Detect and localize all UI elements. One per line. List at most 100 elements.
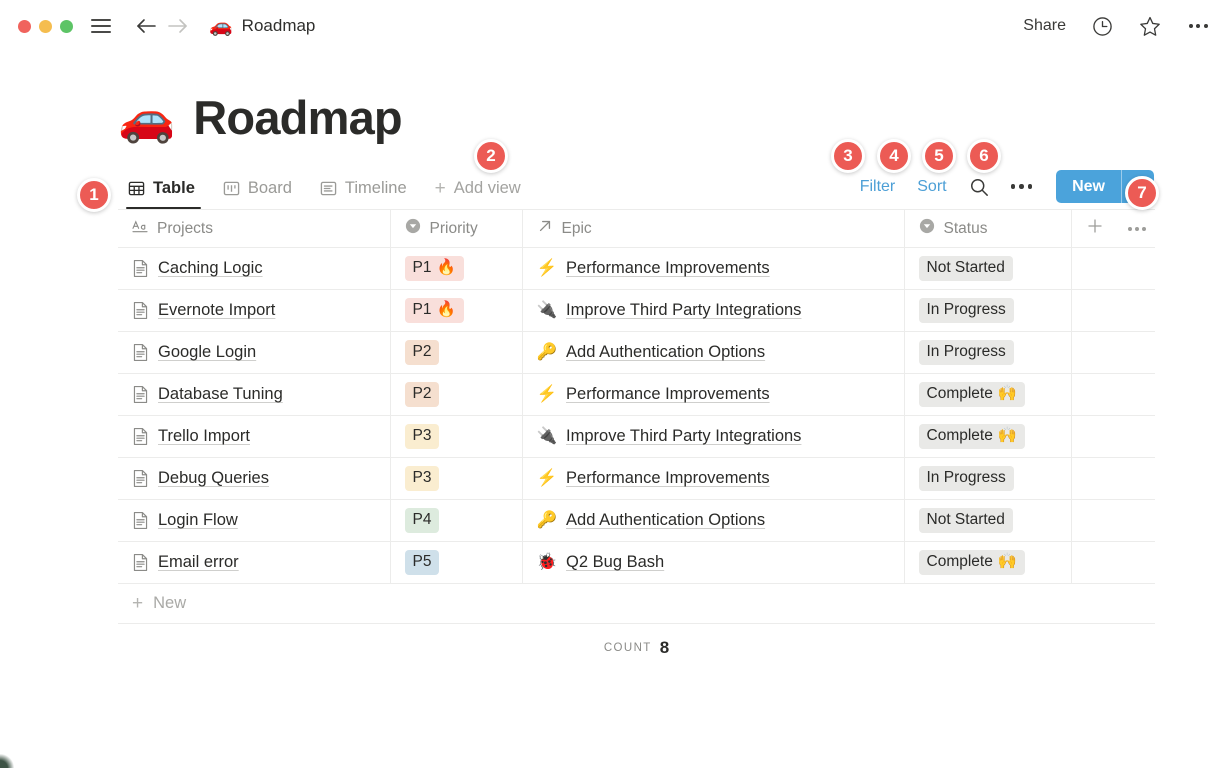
epic-name[interactable]: Q2 Bug Bash <box>566 553 664 572</box>
annotation-badge-7: 7 <box>1125 176 1159 210</box>
epic-name[interactable]: Add Authentication Options <box>566 343 765 362</box>
cell-status[interactable]: In Progress <box>904 290 1071 332</box>
cell-empty <box>1071 374 1155 416</box>
cell-status[interactable]: In Progress <box>904 332 1071 374</box>
count-footer[interactable]: COUNT 8 <box>118 624 1155 672</box>
column-more-options-icon[interactable] <box>1128 227 1146 231</box>
tab-board[interactable]: Board <box>209 179 306 209</box>
view-tabs: Table Board <box>118 179 531 209</box>
view-more-options-icon[interactable] <box>1011 184 1033 189</box>
status-badge: In Progress <box>919 466 1014 492</box>
epic-name[interactable]: Improve Third Party Integrations <box>566 301 801 320</box>
cell-epic[interactable]: ⚡Performance Improvements <box>522 374 904 416</box>
tab-table[interactable]: Table <box>118 179 209 209</box>
cell-project[interactable]: Database Tuning <box>118 374 390 416</box>
page-title: 🚗 Roadmap <box>118 90 1228 145</box>
cell-epic[interactable]: 🔌Improve Third Party Integrations <box>522 290 904 332</box>
sort-button[interactable]: Sort <box>917 178 946 196</box>
cell-project[interactable]: Evernote Import <box>118 290 390 332</box>
hamburger-icon[interactable] <box>91 19 111 33</box>
table-row[interactable]: Trello Import P3🔌Improve Third Party Inte… <box>118 416 1155 458</box>
table-row[interactable]: Google Login P2 🔑Add Authentication Option… <box>118 332 1155 374</box>
history-clock-icon[interactable] <box>1090 14 1114 38</box>
back-arrow-icon[interactable] <box>133 13 159 39</box>
cell-empty <box>1071 290 1155 332</box>
priority-label: P3 <box>413 468 432 489</box>
epic-name[interactable]: Performance Improvements <box>566 469 770 488</box>
cell-priority[interactable]: P2 <box>390 332 522 374</box>
cell-status[interactable]: Complete🙌 <box>904 374 1071 416</box>
more-options-icon[interactable] <box>1186 14 1210 38</box>
cell-epic[interactable]: 🔌Improve Third Party Integrations <box>522 416 904 458</box>
table-row[interactable]: Login Flow P4🔑Add Authentication OptionsN… <box>118 500 1155 542</box>
cell-priority[interactable]: P1🔥 <box>390 290 522 332</box>
cell-epic[interactable]: 🔑Add Authentication Options <box>522 500 904 542</box>
project-name[interactable]: Database Tuning <box>158 385 283 404</box>
column-header-projects[interactable]: Projects <box>118 210 390 248</box>
minimize-window-button[interactable] <box>39 20 52 33</box>
cell-epic[interactable]: 🔑Add Authentication Options <box>522 332 904 374</box>
add-column-icon[interactable] <box>1086 217 1104 240</box>
cell-priority[interactable]: P3 <box>390 458 522 500</box>
project-name[interactable]: Google Login <box>158 343 256 362</box>
project-name[interactable]: Debug Queries <box>158 469 269 488</box>
cell-priority[interactable]: P5 <box>390 542 522 584</box>
cell-project[interactable]: Trello Import <box>118 416 390 458</box>
project-name[interactable]: Trello Import <box>158 427 250 446</box>
priority-label: P2 <box>413 342 432 363</box>
project-name[interactable]: Email error <box>158 553 239 572</box>
filter-button[interactable]: Filter <box>860 178 896 196</box>
table-row[interactable]: Evernote Import P1🔥🔌Improve Third Party I… <box>118 290 1155 332</box>
close-window-button[interactable] <box>18 20 31 33</box>
add-view-button[interactable]: + Add view <box>421 179 531 209</box>
page-car-icon[interactable]: 🚗 <box>118 95 175 141</box>
epic-name[interactable]: Improve Third Party Integrations <box>566 427 801 446</box>
tab-timeline[interactable]: Timeline <box>306 179 421 209</box>
table-header-row: Projects Prior <box>118 210 1155 248</box>
forward-arrow-icon[interactable] <box>165 13 191 39</box>
table-row[interactable]: Caching Logic P1🔥⚡Performance Improvement… <box>118 248 1155 290</box>
cell-priority[interactable]: P4 <box>390 500 522 542</box>
epic-name[interactable]: Add Authentication Options <box>566 511 765 530</box>
cell-project[interactable]: Login Flow <box>118 500 390 542</box>
cell-priority[interactable]: P2 <box>390 374 522 416</box>
table-row[interactable]: Email error P5 🐞 Q2 Bug Bash Complete🙌 <box>118 542 1155 584</box>
cell-epic[interactable]: ⚡Performance Improvements <box>522 458 904 500</box>
epic-name[interactable]: Performance Improvements <box>566 259 770 278</box>
project-name[interactable]: Evernote Import <box>158 301 275 320</box>
cell-priority[interactable]: P1🔥 <box>390 248 522 290</box>
share-button[interactable]: Share <box>1023 17 1066 35</box>
text-property-icon <box>132 219 148 238</box>
zoom-window-button[interactable] <box>60 20 73 33</box>
column-header-status[interactable]: Status <box>904 210 1071 248</box>
cell-epic[interactable]: 🐞 Q2 Bug Bash <box>522 542 904 584</box>
cell-status[interactable]: Not Started <box>904 248 1071 290</box>
breadcrumb[interactable]: 🚗 Roadmap <box>209 16 315 36</box>
cell-epic[interactable]: ⚡Performance Improvements <box>522 248 904 290</box>
cell-priority[interactable]: P3 <box>390 416 522 458</box>
page-title-text[interactable]: Roadmap <box>193 90 402 145</box>
epic-name[interactable]: Performance Improvements <box>566 385 770 404</box>
new-row-button[interactable]: + New <box>118 584 1155 624</box>
column-header-epic[interactable]: Epic <box>522 210 904 248</box>
search-icon[interactable] <box>969 177 989 197</box>
column-header-priority[interactable]: Priority <box>390 210 522 248</box>
table-row[interactable]: Database Tuning P2⚡Performance Improvemen… <box>118 374 1155 416</box>
cell-project[interactable]: Email error <box>118 542 390 584</box>
cell-project[interactable]: Google Login <box>118 332 390 374</box>
cell-status[interactable]: In Progress <box>904 458 1071 500</box>
project-name[interactable]: Login Flow <box>158 511 238 530</box>
cell-status[interactable]: Not Started <box>904 500 1071 542</box>
cell-project[interactable]: Debug Queries <box>118 458 390 500</box>
favorite-star-icon[interactable] <box>1138 14 1162 38</box>
table-row[interactable]: Debug Queries P3 ⚡Performance Improvements… <box>118 458 1155 500</box>
project-name[interactable]: Caching Logic <box>158 259 263 278</box>
priority-emoji: 🔥 <box>436 258 455 279</box>
cell-status[interactable]: Complete🙌 <box>904 416 1071 458</box>
cell-project[interactable]: Caching Logic <box>118 248 390 290</box>
app-window: 🚗 Roadmap Share 🚗 Roadmap <box>0 0 1228 768</box>
epic-emoji-icon: 🐞 <box>537 553 558 572</box>
cell-status[interactable]: Complete🙌 <box>904 542 1071 584</box>
board-view-icon <box>223 180 240 197</box>
page-icon <box>132 343 149 362</box>
